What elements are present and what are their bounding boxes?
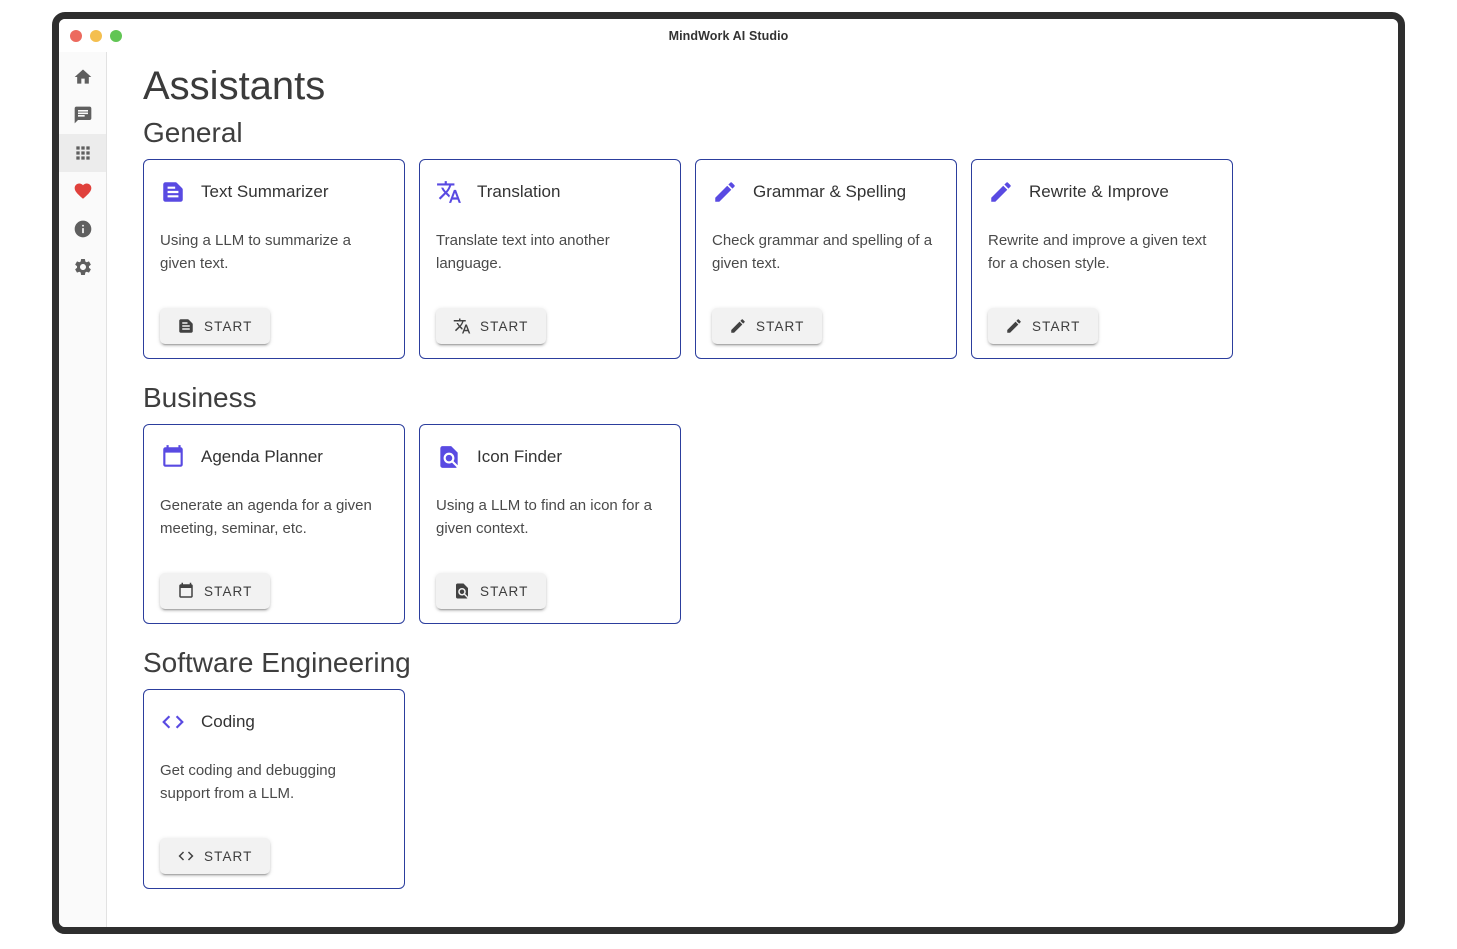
start-button-text-summarizer[interactable]: START	[160, 308, 270, 344]
translate-icon	[453, 317, 471, 335]
card-header: Text Summarizer	[160, 179, 388, 205]
find-in-page-icon	[436, 444, 462, 470]
calendar-icon	[160, 444, 186, 470]
translate-icon	[436, 179, 462, 205]
start-button-icon-finder[interactable]: START	[436, 573, 546, 609]
card-text-summarizer: Text Summarizer Using a LLM to summarize …	[143, 159, 405, 359]
section-business: Business Agenda Planner Generate an agenda…	[143, 382, 1378, 624]
traffic-lights	[70, 19, 122, 52]
card-description: Using a LLM to find an icon for a given …	[436, 495, 664, 540]
card-header: Translation	[436, 179, 664, 205]
app-window: MindWork AI Studio Assistants General Tex…	[52, 12, 1405, 934]
home-icon	[73, 67, 93, 87]
code-icon	[160, 709, 186, 735]
start-button-label: START	[480, 319, 529, 334]
start-button-label: START	[204, 849, 253, 864]
code-icon	[177, 847, 195, 865]
card-title: Icon Finder	[477, 447, 562, 467]
main-content: Assistants General Text Summarizer Using a…	[107, 52, 1398, 927]
apps-grid-icon	[73, 143, 93, 163]
app-body: Assistants General Text Summarizer Using a…	[59, 52, 1398, 927]
heart-icon	[73, 181, 93, 201]
start-button-rewrite-improve[interactable]: START	[988, 308, 1098, 344]
section-software-engineering: Software Engineering Coding Get coding and…	[143, 647, 1378, 889]
card-header: Grammar & Spelling	[712, 179, 940, 205]
card-header: Coding	[160, 709, 388, 735]
sidebar-item-assistants[interactable]	[59, 134, 106, 172]
sidebar-item-chats[interactable]	[59, 96, 106, 134]
calendar-icon	[177, 582, 195, 600]
sidebar	[59, 52, 107, 927]
close-button[interactable]	[70, 30, 82, 42]
zoom-button[interactable]	[110, 30, 122, 42]
edit-icon	[988, 179, 1014, 205]
sidebar-item-home[interactable]	[59, 58, 106, 96]
text-snippet-icon	[177, 317, 195, 335]
card-description: Check grammar and spelling of a given te…	[712, 230, 940, 275]
card-icon-finder: Icon Finder Using a LLM to find an icon f…	[419, 424, 681, 624]
start-button-agenda-planner[interactable]: START	[160, 573, 270, 609]
card-agenda-planner: Agenda Planner Generate an agenda for a g…	[143, 424, 405, 624]
minimize-button[interactable]	[90, 30, 102, 42]
text-snippet-icon	[160, 179, 186, 205]
start-button-label: START	[480, 584, 529, 599]
card-description: Generate an agenda for a given meeting, …	[160, 495, 388, 540]
chat-icon	[73, 105, 93, 125]
sidebar-item-favorites[interactable]	[59, 172, 106, 210]
card-description: Rewrite and improve a given text for a c…	[988, 230, 1216, 275]
card-title: Text Summarizer	[201, 182, 329, 202]
card-header: Rewrite & Improve	[988, 179, 1216, 205]
card-description: Get coding and debugging support from a …	[160, 760, 388, 805]
start-button-coding[interactable]: START	[160, 838, 270, 874]
edit-icon	[1005, 317, 1023, 335]
start-button-label: START	[204, 584, 253, 599]
start-button-label: START	[756, 319, 805, 334]
section-general: General Text Summarizer Using a LLM to sum…	[143, 117, 1378, 359]
sidebar-item-settings[interactable]	[59, 248, 106, 286]
section-title: Software Engineering	[143, 647, 1378, 679]
card-description: Using a LLM to summarize a given text.	[160, 230, 388, 275]
card-title: Rewrite & Improve	[1029, 182, 1169, 202]
card-title: Coding	[201, 712, 255, 732]
page-title: Assistants	[143, 64, 1378, 109]
card-row: Agenda Planner Generate an agenda for a g…	[143, 424, 1378, 624]
edit-icon	[712, 179, 738, 205]
section-title: Business	[143, 382, 1378, 414]
card-title: Agenda Planner	[201, 447, 323, 467]
find-in-page-icon	[453, 582, 471, 600]
start-button-grammar-spelling[interactable]: START	[712, 308, 822, 344]
start-button-label: START	[1032, 319, 1081, 334]
card-row: Text Summarizer Using a LLM to summarize …	[143, 159, 1378, 359]
card-grammar-spelling: Grammar & Spelling Check grammar and spel…	[695, 159, 957, 359]
assistant-sections: General Text Summarizer Using a LLM to sum…	[143, 117, 1378, 889]
start-button-translation[interactable]: START	[436, 308, 546, 344]
card-header: Agenda Planner	[160, 444, 388, 470]
gear-icon	[73, 257, 93, 277]
info-icon	[73, 219, 93, 239]
start-button-label: START	[204, 319, 253, 334]
sidebar-item-about[interactable]	[59, 210, 106, 248]
section-title: General	[143, 117, 1378, 149]
card-rewrite-improve: Rewrite & Improve Rewrite and improve a g…	[971, 159, 1233, 359]
card-title: Translation	[477, 182, 560, 202]
card-title: Grammar & Spelling	[753, 182, 906, 202]
card-header: Icon Finder	[436, 444, 664, 470]
titlebar: MindWork AI Studio	[59, 19, 1398, 52]
card-row: Coding Get coding and debugging support f…	[143, 689, 1378, 889]
window-title: MindWork AI Studio	[669, 29, 789, 43]
card-coding: Coding Get coding and debugging support f…	[143, 689, 405, 889]
card-description: Translate text into another language.	[436, 230, 664, 275]
card-translation: Translation Translate text into another l…	[419, 159, 681, 359]
edit-icon	[729, 317, 747, 335]
